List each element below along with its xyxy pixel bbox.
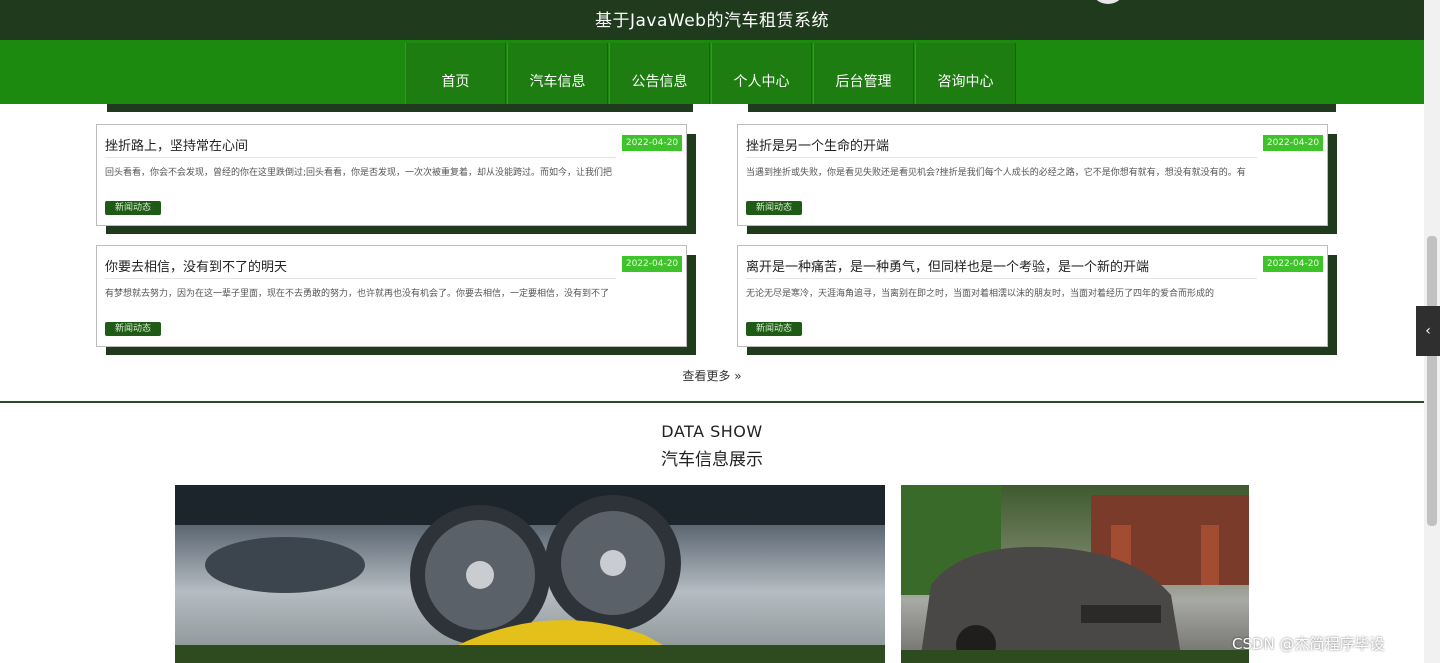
news-card[interactable]: 离开是一种痛苦，是一种勇气，但同样也是一个考验，是一个新的开端 2022-04-… [737, 245, 1328, 347]
watermark: CSDN @杰简程序毕设 [1232, 635, 1385, 653]
site-title: 基于JavaWeb的汽车租赁系统 [595, 11, 829, 31]
news-card[interactable]: 你要去相信，没有到不了的明天 2022-04-20 有梦想就去努力，因为在这一辈… [96, 245, 687, 347]
scrollbar-thumb[interactable] [1427, 236, 1437, 526]
nav-item-announcements[interactable]: 公告信息 [609, 43, 710, 104]
nav-item-personal-center[interactable]: 个人中心 [711, 43, 812, 104]
section-divider [0, 401, 1424, 403]
news-date-badge: 2022-04-20 [1263, 135, 1323, 151]
news-date-badge: 2022-04-20 [1263, 256, 1323, 272]
section-title-en: DATA SHOW [661, 422, 763, 441]
nav-item-home[interactable]: 首页 [405, 43, 506, 104]
nav-item-consult[interactable]: 咨询中心 [915, 43, 1016, 104]
car-photo-illustration [901, 485, 1249, 663]
news-title[interactable]: 离开是一种痛苦，是一种勇气，但同样也是一个考验，是一个新的开端 [746, 256, 1257, 279]
news-card[interactable]: 挫折路上，坚持常在心间 2022-04-20 回头看看，你会不会发现，曾经的你在… [96, 124, 687, 226]
site-header: 基于JavaWeb的汽车租赁系统 [0, 0, 1424, 40]
news-summary: 无论无尽是寒冷，天涯海角追寻，当离别在即之时，当面对着相濡以沫的朋友时，当面对着… [746, 289, 1215, 299]
card-shadow-remnant [748, 104, 1336, 112]
car-photo-illustration [175, 485, 885, 663]
car-image[interactable] [901, 485, 1249, 663]
news-title[interactable]: 挫折是另一个生命的开端 [746, 135, 1257, 158]
view-more-link[interactable]: 查看更多 » [0, 367, 1424, 384]
main-nav: 首页 汽车信息 公告信息 个人中心 后台管理 咨询中心 [0, 40, 1424, 104]
side-collapse-tab[interactable]: ‹ [1416, 306, 1440, 356]
news-tag[interactable]: 新闻动态 [105, 322, 161, 336]
card-shadow-remnant [107, 104, 693, 112]
news-card[interactable]: 挫折是另一个生命的开端 2022-04-20 当遇到挫折或失败，你是看见失败还是… [737, 124, 1328, 226]
news-tag[interactable]: 新闻动态 [746, 201, 802, 215]
car-image[interactable] [175, 485, 885, 663]
news-tag[interactable]: 新闻动态 [746, 322, 802, 336]
news-date-badge: 2022-04-20 [622, 135, 682, 151]
news-tag[interactable]: 新闻动态 [105, 201, 161, 215]
news-summary: 回头看看，你会不会发现，曾经的你在这里跌倒过;回头看看，你是否发现，一次次被重复… [105, 168, 613, 178]
nav-item-car-info[interactable]: 汽车信息 [507, 43, 608, 104]
news-title[interactable]: 挫折路上，坚持常在心间 [105, 135, 616, 158]
section-title-cn: 汽车信息展示 [661, 450, 763, 470]
nav-item-admin[interactable]: 后台管理 [813, 43, 914, 104]
news-summary: 当遇到挫折或失败，你是看见失败还是看见机会?挫折是我们每个人成长的必经之路，它不… [746, 168, 1246, 178]
news-title[interactable]: 你要去相信，没有到不了的明天 [105, 256, 616, 279]
news-date-badge: 2022-04-20 [622, 256, 682, 272]
news-summary: 有梦想就去努力，因为在这一辈子里面，现在不去勇敢的努力，也许就再也没有机会了。你… [105, 289, 610, 299]
avatar[interactable] [1090, 0, 1126, 4]
